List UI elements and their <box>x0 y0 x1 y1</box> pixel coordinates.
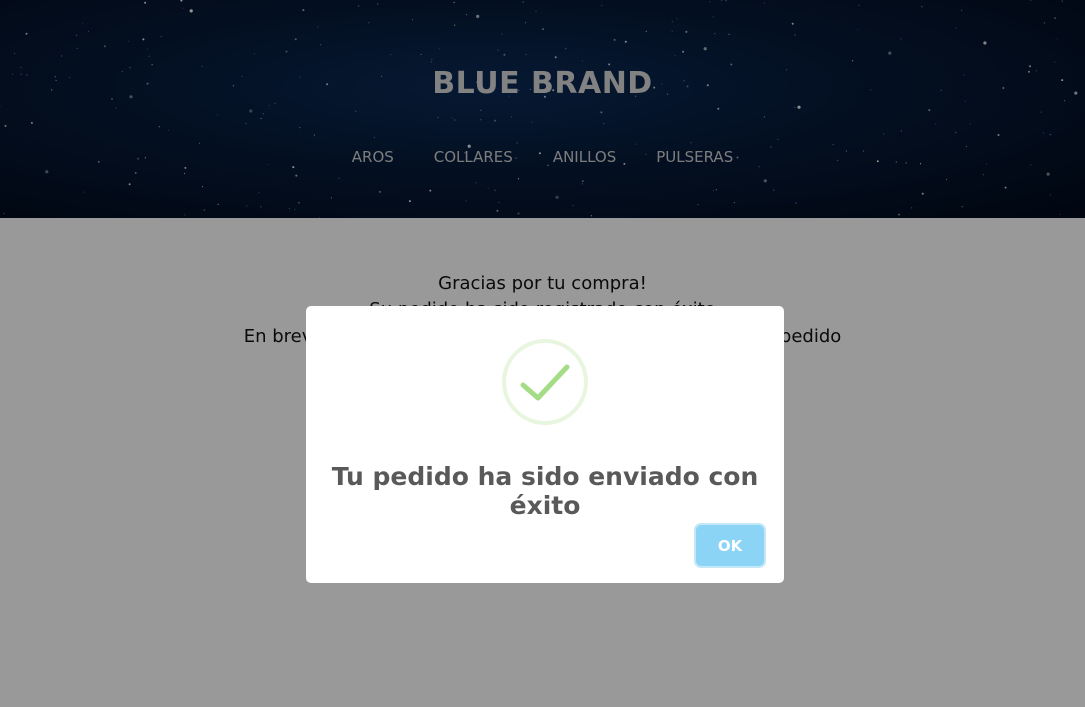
ok-button[interactable]: OK <box>696 525 764 566</box>
dialog-title: Tu pedido ha sido enviado con éxito <box>331 462 759 520</box>
success-dialog: Tu pedido ha sido enviado con éxito OK <box>306 306 784 583</box>
checkmark-icon <box>502 339 588 425</box>
